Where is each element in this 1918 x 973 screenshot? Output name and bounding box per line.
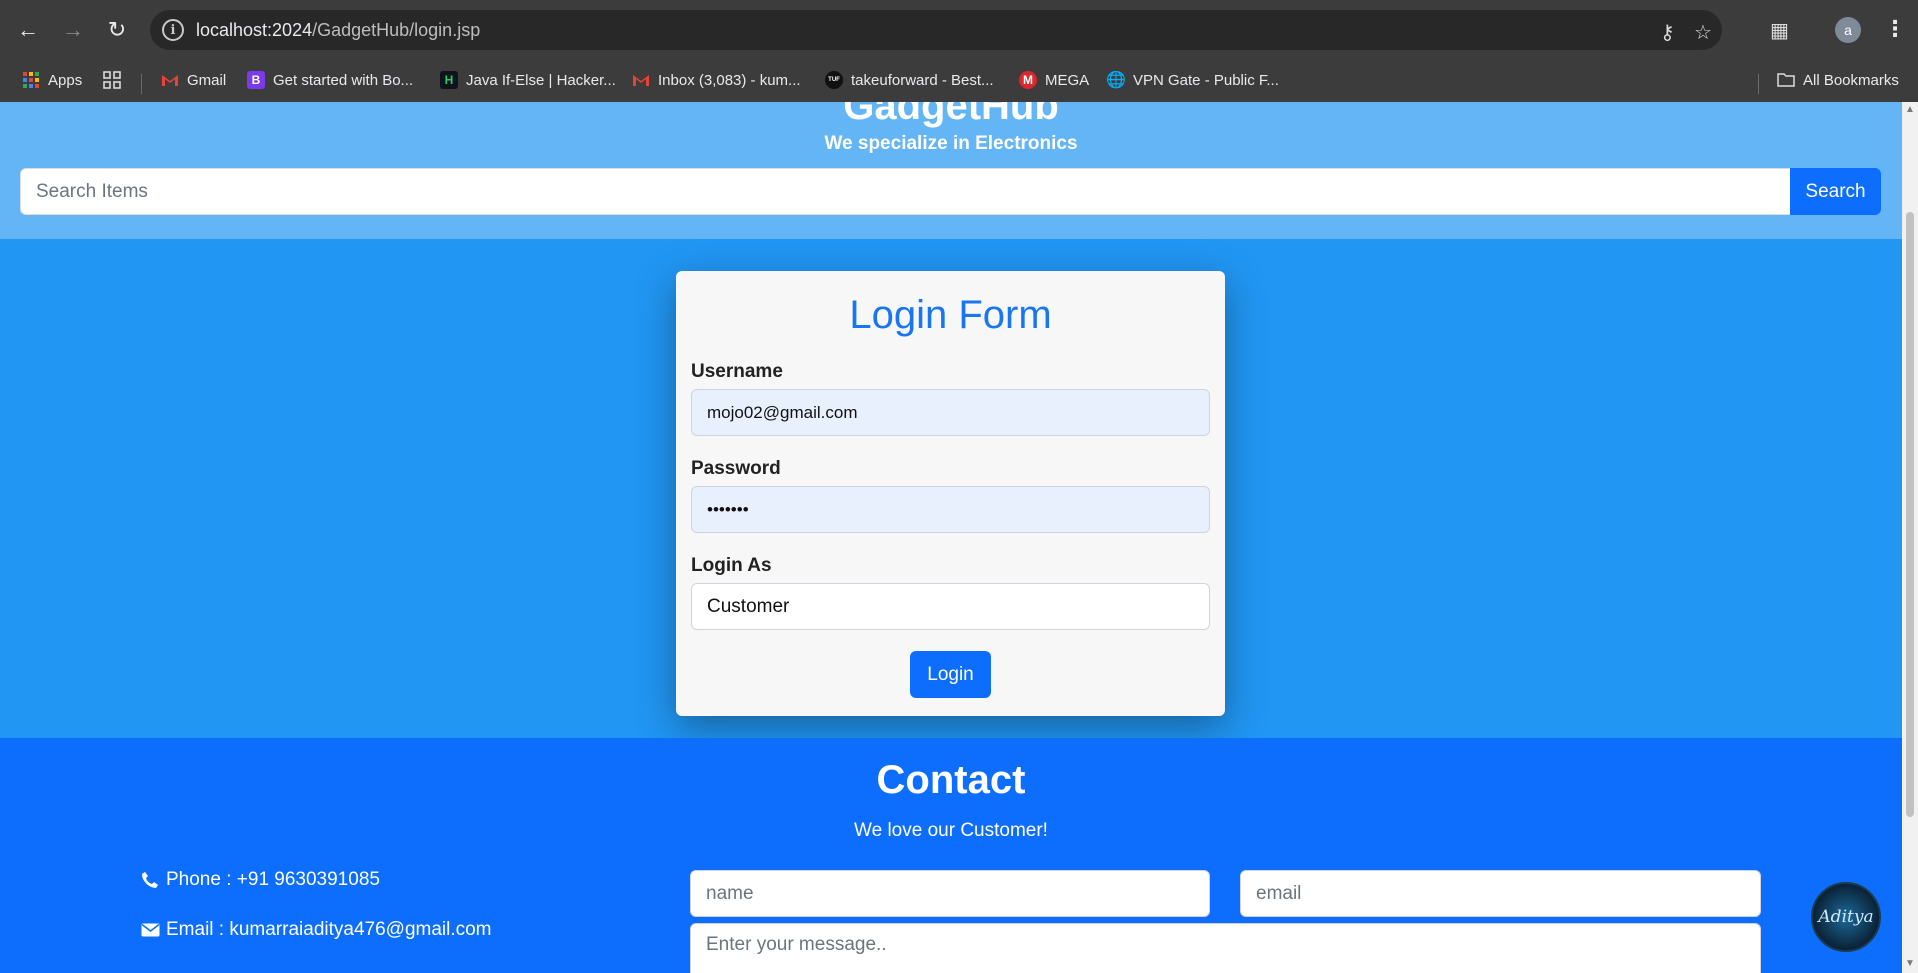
profile-avatar[interactable]: a xyxy=(1835,17,1861,43)
mega-icon: M xyxy=(1019,71,1037,89)
forward-icon[interactable]: → xyxy=(57,14,89,46)
login-button[interactable]: Login xyxy=(910,651,991,698)
brand-tagline: We specialize in Electronics xyxy=(824,133,1078,154)
login-section: Login Form Username mojo02@gmail.com Pas… xyxy=(0,239,1902,738)
contact-section: Contact We love our Customer! Phone : +9… xyxy=(0,738,1902,973)
login-as-label: Login As xyxy=(691,555,772,576)
apps-grid-icon xyxy=(22,71,40,89)
bookmark-mega[interactable]: M MEGA xyxy=(1019,71,1089,89)
scroll-down-arrow-icon[interactable]: ▼ xyxy=(1905,958,1915,969)
gmail-icon xyxy=(632,71,650,89)
tab-groups-icon[interactable] xyxy=(103,71,121,89)
reload-icon[interactable]: ↻ xyxy=(101,14,133,46)
bookmark-bootstrap[interactable]: B Get started with Bo... xyxy=(247,71,413,89)
all-bookmarks-label: All Bookmarks xyxy=(1803,71,1899,89)
extensions-icon[interactable]: ▦ xyxy=(1770,18,1789,43)
password-key-icon[interactable]: ⚷ xyxy=(1660,20,1675,45)
brand-title: GadgetHub xyxy=(843,102,1059,128)
contact-title: Contact xyxy=(876,758,1026,802)
bookmark-hackerrank[interactable]: H Java If-Else | Hacker... xyxy=(440,71,616,89)
contact-phone: Phone : +91 9630391085 xyxy=(140,869,380,891)
url-path: /GadgetHub/login.jsp xyxy=(312,20,481,40)
bookmark-label: Get started with Bo... xyxy=(273,71,414,89)
browser-toolbar: ← → ↻ i localhost:2024/GadgetHub/login.j… xyxy=(0,0,1918,60)
contact-subtitle: We love our Customer! xyxy=(854,820,1048,841)
address-bar[interactable]: i localhost:2024/GadgetHub/login.jsp ⚷ ☆ xyxy=(150,10,1722,50)
globe-icon: 🌐 xyxy=(1106,72,1126,89)
username-field[interactable]: mojo02@gmail.com xyxy=(691,389,1210,436)
contact-email: Email : kumarraiaditya476@gmail.com xyxy=(140,919,492,941)
search-button[interactable]: Search xyxy=(1790,168,1881,215)
bookmark-label: Java If-Else | Hacker... xyxy=(466,71,616,89)
tuf-icon: TUF xyxy=(825,71,843,89)
email-text: Email : kumarraiaditya476@gmail.com xyxy=(166,919,492,940)
url-text[interactable]: localhost:2024/GadgetHub/login.jsp xyxy=(196,20,480,41)
password-label: Password xyxy=(691,458,781,479)
search-input[interactable]: Search Items xyxy=(20,168,1792,215)
menu-icon[interactable]: ⋮ xyxy=(1884,16,1906,42)
contact-message-textarea[interactable]: Enter your message.. xyxy=(690,923,1761,973)
bookmark-apps[interactable]: Apps xyxy=(22,71,82,89)
bootstrap-icon: B xyxy=(247,71,265,89)
bookmark-label: Gmail xyxy=(187,71,227,89)
bookmark-label: Apps xyxy=(48,71,83,89)
bookmark-label: takeuforward - Best... xyxy=(851,71,994,89)
bookmark-label: MEGA xyxy=(1045,71,1090,89)
envelope-icon xyxy=(140,920,160,940)
bookmarks-separator xyxy=(1758,74,1759,94)
bookmark-vpngate[interactable]: 🌐 VPN Gate - Public F... xyxy=(1106,71,1279,90)
page-viewport: GadgetHub We specialize in Electronics S… xyxy=(0,102,1902,973)
chat-avatar-bubble[interactable]: Aditya xyxy=(1811,882,1881,952)
all-bookmarks[interactable]: All Bookmarks xyxy=(1777,71,1899,89)
site-info-icon[interactable]: i xyxy=(162,19,184,41)
contact-email-input[interactable]: email xyxy=(1240,870,1761,917)
phone-text: Phone : +91 9630391085 xyxy=(166,869,380,890)
bookmark-inbox[interactable]: Inbox (3,083) - kum... xyxy=(632,71,801,89)
contact-name-input[interactable]: name xyxy=(690,870,1210,917)
login-title: Login Form xyxy=(849,293,1052,337)
back-icon[interactable]: ← xyxy=(12,14,44,46)
login-as-select[interactable]: Customer xyxy=(691,583,1210,630)
bookmark-gmail[interactable]: Gmail xyxy=(161,71,226,89)
login-card: Login Form Username mojo02@gmail.com Pas… xyxy=(676,271,1225,716)
scroll-thumb[interactable] xyxy=(1906,212,1914,817)
hackerrank-icon: H xyxy=(440,71,458,89)
bookmarks-bar: Apps Gmail B Get started with Bo... H Ja… xyxy=(0,60,1918,102)
password-field[interactable]: ••••••• xyxy=(691,486,1210,533)
browser-chrome: ← → ↻ i localhost:2024/GadgetHub/login.j… xyxy=(0,0,1918,102)
url-host: localhost:2024 xyxy=(196,20,313,40)
gmail-icon xyxy=(161,71,179,89)
bookmarks-separator xyxy=(141,74,142,94)
header-section: GadgetHub We specialize in Electronics S… xyxy=(0,102,1902,239)
username-label: Username xyxy=(691,361,783,382)
scroll-up-arrow-icon[interactable]: ▲ xyxy=(1905,104,1915,115)
bookmark-label: Inbox (3,083) - kum... xyxy=(658,71,801,89)
bookmark-takeuforward[interactable]: TUF takeuforward - Best... xyxy=(825,71,994,89)
page-scrollbar[interactable]: ▲ ▼ xyxy=(1902,102,1918,973)
bookmark-star-icon[interactable]: ☆ xyxy=(1694,20,1712,45)
bookmark-label: VPN Gate - Public F... xyxy=(1133,71,1279,89)
phone-icon xyxy=(140,870,160,890)
folder-icon xyxy=(1777,71,1795,89)
